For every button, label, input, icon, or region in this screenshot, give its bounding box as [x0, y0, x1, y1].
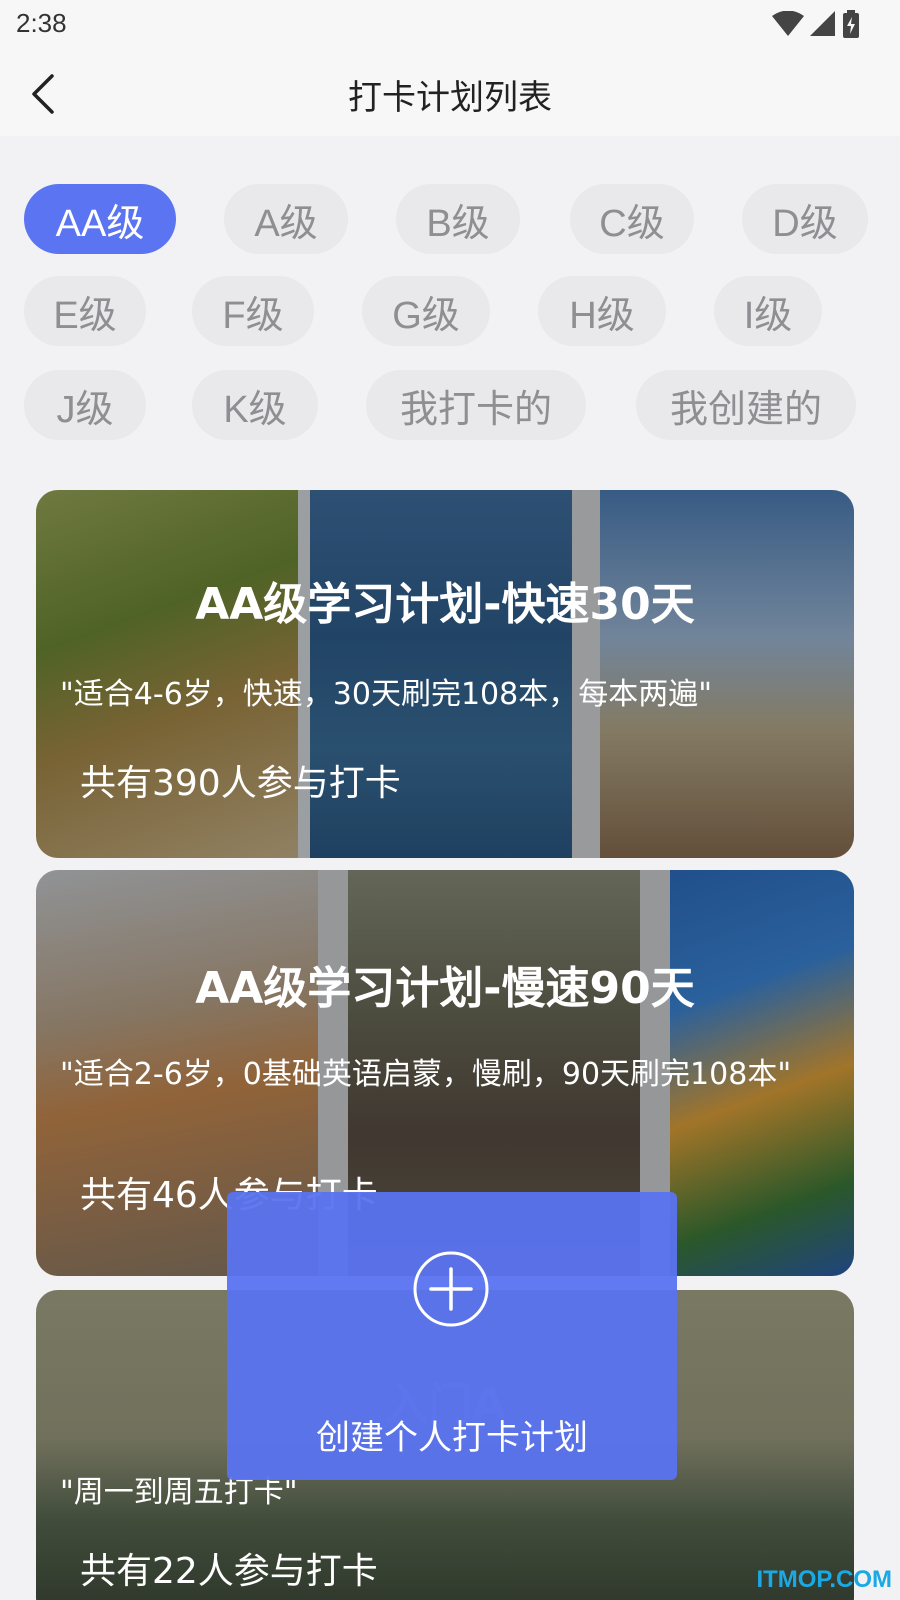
chip-my-checkins[interactable]: 我打卡的 [366, 370, 586, 440]
title-bar: 打卡计划列表 [0, 50, 900, 136]
chip-a[interactable]: A级 [224, 184, 348, 254]
chip-my-created[interactable]: 我创建的 [636, 370, 856, 440]
create-plan-button[interactable]: 创建个人打卡计划 [227, 1192, 677, 1480]
chip-g[interactable]: G级 [362, 276, 490, 346]
chip-e[interactable]: E级 [24, 276, 146, 346]
watermark: ITMOP.COM [756, 1566, 892, 1593]
chip-d[interactable]: D级 [742, 184, 868, 254]
status-time: 2:38 [16, 8, 67, 38]
wifi-icon [772, 11, 804, 36]
battery-icon [843, 10, 859, 38]
page-title: 打卡计划列表 [348, 78, 552, 118]
plan-description: "适合2-6岁，0基础英语启蒙，慢刷，90天刷完108本" [60, 1057, 792, 1092]
status-bar: 2:38 [0, 0, 900, 50]
plan-description: "适合4-6岁，快速，30天刷完108本，每本两遍" [60, 677, 713, 712]
chip-b[interactable]: B级 [396, 184, 520, 254]
plan-card[interactable]: AA级学习计划-快速30天 "适合4-6岁，快速，30天刷完108本，每本两遍"… [36, 490, 854, 858]
signal-icon [810, 11, 835, 36]
plan-title: AA级学习计划-快速30天 [195, 579, 695, 630]
chip-j[interactable]: J级 [24, 370, 146, 440]
chip-c[interactable]: C级 [570, 184, 694, 254]
chip-k[interactable]: K级 [192, 370, 318, 440]
status-icons [772, 10, 860, 38]
plan-participants: 共有22人参与打卡 [80, 1551, 378, 1592]
chip-aa[interactable]: AA级 [24, 184, 176, 254]
plan-participants: 共有390人参与打卡 [80, 763, 401, 804]
chip-h[interactable]: H级 [538, 276, 666, 346]
chip-i[interactable]: I级 [714, 276, 822, 346]
level-filter-chips: AA级 A级 B级 C级 D级 E级 F级 G级 H级 I级 J级 K级 我打卡… [0, 136, 900, 476]
create-plan-label: 创建个人打卡计划 [316, 1418, 588, 1458]
chip-f[interactable]: F级 [192, 276, 314, 346]
plan-title: AA级学习计划-慢速90天 [195, 963, 695, 1014]
plus-circle-icon [413, 1251, 489, 1327]
